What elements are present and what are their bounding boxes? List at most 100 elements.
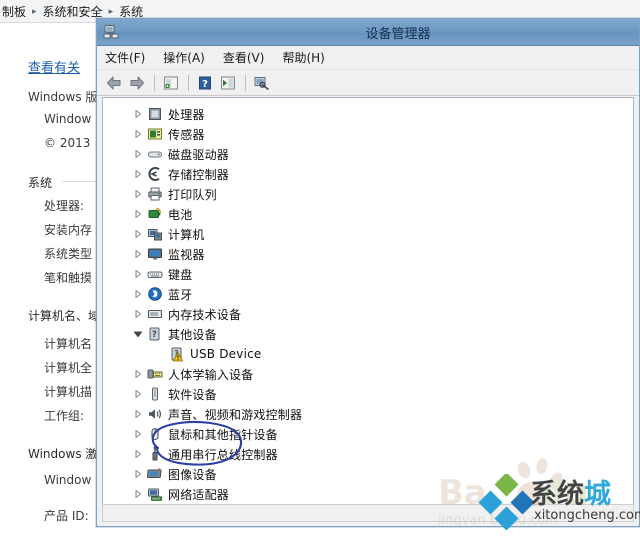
expand-triangle-right-icon[interactable] bbox=[131, 284, 145, 304]
tree-item-unknown-device[interactable]: ? USB Device bbox=[103, 344, 633, 364]
title-bar[interactable]: 设备管理器 bbox=[97, 19, 639, 46]
tree-item-label: 图像设备 bbox=[168, 467, 217, 482]
bluetooth-icon bbox=[146, 286, 163, 302]
breadcrumb-separator-icon: ▸ bbox=[108, 7, 114, 17]
copyright-text: © 2013 bbox=[44, 136, 91, 150]
breadcrumb-item-0[interactable]: 制板 bbox=[2, 3, 26, 20]
menu-help[interactable]: 帮助(H) bbox=[282, 47, 333, 68]
properties-icon[interactable] bbox=[160, 72, 182, 93]
expand-triangle-right-icon[interactable] bbox=[131, 224, 145, 244]
tree-item-mouse[interactable]: 鼠标和其他指针设备 bbox=[103, 424, 633, 444]
tree-item-sensor[interactable]: 传感器 bbox=[103, 124, 633, 144]
menu-bar[interactable]: 文件(F) 操作(A) 查看(V) 帮助(H) bbox=[97, 46, 639, 70]
scan-hardware-icon[interactable] bbox=[217, 72, 239, 93]
tree-item-label: 通用串行总线控制器 bbox=[168, 447, 278, 462]
tree-item-label: 其他设备 bbox=[168, 327, 217, 342]
menu-action[interactable]: 操作(A) bbox=[163, 47, 214, 68]
expand-triangle-right-icon[interactable] bbox=[131, 404, 145, 424]
device-manager-window[interactable]: 设备管理器 文件(F) 操作(A) 查看(V) 帮助(H) ? 处理器 传感器 … bbox=[96, 18, 640, 527]
other-device-icon: ?? bbox=[146, 326, 163, 342]
activation-row-product-id: 产品 ID: bbox=[44, 509, 89, 523]
window-title: 设备管理器 bbox=[365, 26, 431, 42]
separator-1 bbox=[154, 74, 155, 91]
expand-triangle-right-icon[interactable] bbox=[131, 144, 145, 164]
tree-item-monitor[interactable]: 监视器 bbox=[103, 244, 633, 264]
battery-icon bbox=[146, 206, 163, 222]
expand-triangle-right-icon[interactable] bbox=[131, 164, 145, 184]
tree-item-other-device[interactable]: ?? 其他设备 bbox=[103, 324, 633, 344]
tree-item-sound[interactable]: 声音、视频和游戏控制器 bbox=[103, 404, 633, 424]
system-row-pen-touch: 笔和触摸 bbox=[44, 271, 93, 285]
expand-triangle-right-icon[interactable] bbox=[131, 304, 145, 324]
tree-item-usb-controller[interactable]: 通用串行总线控制器 bbox=[103, 444, 633, 464]
tree-item-label: 人体学输入设备 bbox=[168, 367, 254, 382]
expand-triangle-right-icon[interactable] bbox=[131, 444, 145, 464]
mouse-icon bbox=[146, 426, 163, 442]
tree-item-label: 电池 bbox=[168, 207, 193, 222]
expand-triangle-right-icon[interactable] bbox=[131, 264, 145, 284]
menu-view[interactable]: 查看(V) bbox=[223, 47, 274, 68]
tree-item-software-device[interactable]: 软件设备 bbox=[103, 384, 633, 404]
hid-icon bbox=[146, 366, 163, 382]
update-driver-icon[interactable] bbox=[251, 72, 273, 93]
help-icon[interactable]: ? bbox=[194, 72, 216, 93]
processor-icon bbox=[146, 106, 163, 122]
device-tree-panel[interactable]: 处理器传感器磁盘驱动器存储控制器 打印队列电池计算机 监视器键盘蓝牙内存技术设备??… bbox=[102, 97, 634, 507]
tree-item-label: 传感器 bbox=[168, 127, 205, 142]
imaging-device-icon bbox=[146, 466, 163, 482]
expand-triangle-right-icon[interactable] bbox=[131, 424, 145, 444]
activation-row-status: Window bbox=[44, 473, 92, 487]
expand-triangle-right-icon[interactable] bbox=[131, 244, 145, 264]
expand-triangle-right-icon[interactable] bbox=[131, 104, 145, 124]
tree-item-label: 键盘 bbox=[168, 267, 193, 282]
sensor-icon bbox=[146, 126, 163, 142]
expand-triangle-right-icon[interactable] bbox=[131, 204, 145, 224]
tree-item-memory-device[interactable]: 内存技术设备 bbox=[103, 304, 633, 324]
tree-item-disk-drive[interactable]: 磁盘驱动器 bbox=[103, 144, 633, 164]
breadcrumb-item-2[interactable]: 系统 bbox=[119, 3, 143, 20]
forward-icon[interactable] bbox=[126, 72, 148, 93]
tree-item-imaging-device[interactable]: 图像设备 bbox=[103, 464, 633, 484]
breadcrumb-item-1[interactable]: 系统和安全 bbox=[43, 3, 103, 20]
expand-triangle-right-icon[interactable] bbox=[131, 384, 145, 404]
activation-section-heading: Windows 激 bbox=[28, 447, 98, 461]
tree-item-label: 网络适配器 bbox=[168, 487, 230, 502]
system-section-heading: 系统 bbox=[28, 176, 53, 190]
tree-item-label: 处理器 bbox=[168, 107, 205, 122]
toolbar[interactable]: ? bbox=[97, 70, 639, 96]
expand-triangle-right-icon[interactable] bbox=[131, 124, 145, 144]
expand-triangle-down-icon[interactable] bbox=[131, 324, 145, 344]
tree-item-battery[interactable]: 电池 bbox=[103, 204, 633, 224]
tree-item-label: 磁盘驱动器 bbox=[168, 147, 230, 162]
menu-file[interactable]: 文件(F) bbox=[105, 47, 154, 68]
view-basic-info-link[interactable]: 查看有关 bbox=[28, 57, 80, 76]
expand-triangle-right-icon[interactable] bbox=[131, 484, 145, 504]
storage-ctrl-icon bbox=[146, 166, 163, 182]
expand-triangle-right-icon[interactable] bbox=[131, 184, 145, 204]
tree-item-processor[interactable]: 处理器 bbox=[103, 104, 633, 124]
tree-item-bluetooth[interactable]: 蓝牙 bbox=[103, 284, 633, 304]
system-row-processor: 处理器: bbox=[44, 199, 85, 213]
computer-icon bbox=[146, 226, 163, 242]
tree-item-storage-ctrl[interactable]: 存储控制器 bbox=[103, 164, 633, 184]
expand-triangle-right-icon[interactable] bbox=[131, 364, 145, 384]
tree-item-label: 蓝牙 bbox=[168, 287, 193, 302]
no-expander bbox=[153, 344, 167, 364]
tree-item-computer[interactable]: 计算机 bbox=[103, 224, 633, 244]
tree-item-keyboard[interactable]: 键盘 bbox=[103, 264, 633, 284]
expand-triangle-right-icon[interactable] bbox=[131, 464, 145, 484]
system-row-type: 系统类型 bbox=[44, 247, 93, 261]
computer-section-heading: 计算机名、域 bbox=[28, 309, 101, 323]
software-device-icon bbox=[146, 386, 163, 402]
printer-icon bbox=[146, 186, 163, 202]
device-tree[interactable]: 处理器传感器磁盘驱动器存储控制器 打印队列电池计算机 监视器键盘蓝牙内存技术设备??… bbox=[103, 98, 633, 506]
separator-2 bbox=[188, 74, 189, 91]
tree-item-printer[interactable]: 打印队列 bbox=[103, 184, 633, 204]
back-icon[interactable] bbox=[103, 72, 125, 93]
unknown-device-icon: ? bbox=[168, 346, 185, 362]
tree-item-hid[interactable]: 人体学输入设备 bbox=[103, 364, 633, 384]
keyboard-icon bbox=[146, 266, 163, 282]
separator-3 bbox=[245, 74, 246, 91]
computer-row-workgroup: 工作组: bbox=[44, 409, 85, 423]
tree-item-network-adapter[interactable]: 网络适配器 bbox=[103, 484, 633, 504]
